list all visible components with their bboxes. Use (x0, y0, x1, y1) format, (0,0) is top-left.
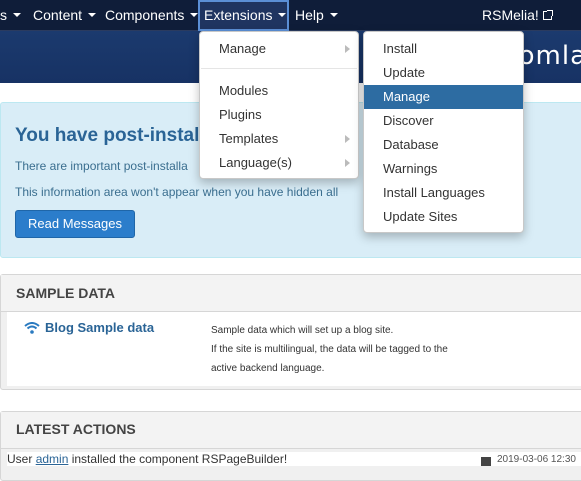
joomla-logo: omla (518, 41, 581, 71)
submenu-item-install-languages[interactable]: Install Languages (364, 181, 523, 205)
caret-down-icon (329, 13, 338, 18)
wifi-icon (24, 322, 40, 334)
blog-sample-data-link[interactable]: Blog Sample data (45, 320, 154, 335)
sample-data-panel: SAMPLE DATA Blog Sample data Sample data… (0, 274, 581, 390)
submenu-arrow-icon (345, 135, 350, 143)
alert-text-1: There are important post-installa (15, 159, 188, 173)
submenu-item-warnings[interactable]: Warnings (364, 157, 523, 181)
nav-menu-extensions[interactable]: Extensions (198, 0, 289, 31)
top-navbar: s Content Components Extensions Help RSM… (0, 0, 581, 31)
user-link[interactable]: admin (36, 452, 69, 466)
menu-item-templates[interactable]: Templates (200, 127, 358, 151)
nav-menu-help[interactable]: Help (295, 0, 338, 31)
site-link[interactable]: RSMelia! (482, 0, 553, 31)
alert-title: You have post-installa (15, 125, 216, 146)
submenu-item-update[interactable]: Update (364, 61, 523, 85)
menu-item-modules[interactable]: Modules (200, 79, 358, 103)
external-link-icon (542, 10, 553, 20)
action-row: User admin installed the component RSPag… (7, 452, 581, 466)
submenu-arrow-icon (345, 45, 350, 53)
caret-down-icon (88, 13, 97, 18)
sample-data-description: Sample data which will set up a blog sit… (211, 325, 448, 374)
caret-down-icon (278, 13, 287, 18)
submenu-item-manage[interactable]: Manage (364, 85, 523, 109)
nav-menu-content[interactable]: Content (33, 0, 97, 31)
extensions-dropdown: Manage Modules Plugins Templates Languag… (199, 31, 359, 179)
alert-text-2: This information area won't appear when … (15, 185, 339, 199)
manage-submenu: Install Update Manage Discover Database … (363, 31, 524, 233)
menu-item-plugins[interactable]: Plugins (200, 103, 358, 127)
sample-data-row: Blog Sample data Sample data which will … (7, 312, 581, 386)
submenu-arrow-icon (345, 159, 350, 167)
read-messages-button[interactable]: Read Messages (15, 210, 135, 238)
latest-actions-panel: LATEST ACTIONS User admin installed the … (0, 411, 581, 481)
submenu-item-database[interactable]: Database (364, 133, 523, 157)
menu-divider (201, 68, 357, 69)
menu-item-languages[interactable]: Language(s) (200, 151, 358, 175)
nav-menu-partial[interactable]: s (0, 0, 21, 31)
nav-menu-components[interactable]: Components (105, 0, 199, 31)
submenu-item-update-sites[interactable]: Update Sites (364, 205, 523, 229)
action-date: 2019-03-06 12:30 (497, 454, 576, 465)
submenu-item-discover[interactable]: Discover (364, 109, 523, 133)
caret-down-icon (13, 13, 21, 18)
panel-heading: SAMPLE DATA (1, 275, 581, 312)
submenu-item-install[interactable]: Install (364, 37, 523, 61)
menu-item-manage[interactable]: Manage (200, 37, 358, 61)
panel-heading: LATEST ACTIONS (1, 412, 581, 449)
